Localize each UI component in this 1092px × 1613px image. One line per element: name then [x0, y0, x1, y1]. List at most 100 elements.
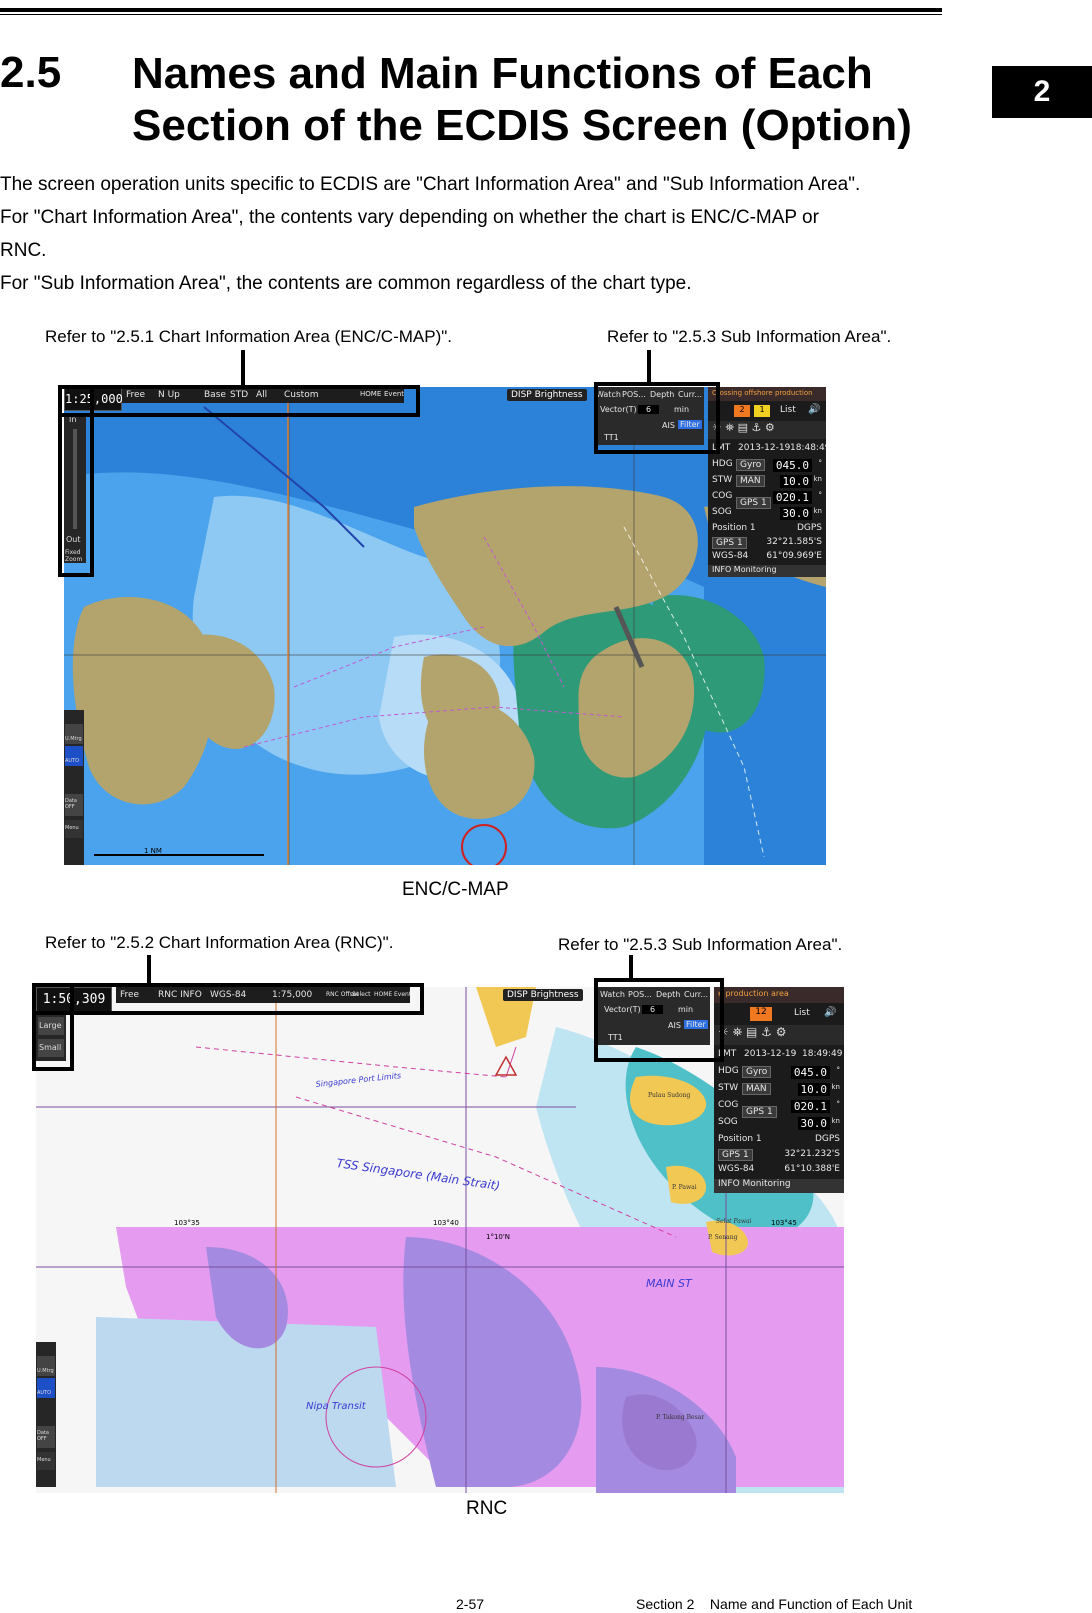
function-icons-rnc: ☼ ⛯ ▤ ⚓ ⚙	[714, 1025, 844, 1045]
highlight-chart-info-toolbar	[58, 385, 420, 417]
longitude-value: 61°09.969'E	[766, 551, 822, 561]
list-button-rnc[interactable]: List	[794, 1008, 810, 1018]
sog-value: 30.0	[779, 507, 812, 520]
stw-source-select[interactable]: MAN	[736, 475, 765, 487]
leader-line-2	[647, 350, 651, 384]
auto-button[interactable]: AUTO	[65, 746, 83, 766]
scale-bar-label: 1 NM	[144, 847, 162, 855]
info-monitoring-button[interactable]: INFO Monitoring	[708, 565, 826, 577]
alarm-count-2[interactable]: 1	[754, 405, 770, 417]
highlight-sub-info-2	[594, 978, 724, 1062]
paragraph-2: For "Chart Information Area", the conten…	[0, 207, 819, 228]
label-main-strait: MAIN ST	[646, 1277, 693, 1290]
latitude-value-rnc: 32°21.232'S	[784, 1149, 840, 1159]
list-button[interactable]: List	[780, 405, 796, 415]
cog-value-rnc: 020.1	[790, 1100, 830, 1113]
footer-section-title: Section 2 Name and Function of Each Unit	[636, 1596, 913, 1612]
auto-button-rnc[interactable]: AUTO	[37, 1378, 55, 1398]
menu-button[interactable]: Menu	[65, 820, 83, 838]
hdg-row: HDG Gyro 045.0 °	[712, 459, 822, 472]
alert-banner[interactable]: Crossing offshore production	[708, 387, 826, 401]
label-p-senang: P. Senang	[708, 1234, 738, 1241]
disp-brightness-button[interactable]: DISP Brightness	[507, 389, 587, 401]
leader-line-3	[147, 955, 151, 985]
cog-row-rnc: COG GPS 1 020.1 °	[718, 1100, 840, 1118]
hdg-source-select[interactable]: Gyro	[736, 459, 766, 471]
sensor-info-panel-rnc: e production area 12 List 🔊 ☼ ⛯ ▤ ⚓ ⚙ LM…	[714, 987, 844, 1193]
latitude-row-rnc: GPS 1 32°21.232'S	[718, 1149, 840, 1163]
callout-chart-info-enc: Refer to "2.5.1 Chart Information Area (…	[45, 327, 452, 346]
highlight-chart-info-toolbar-rnc	[32, 983, 424, 1015]
label-lon-103-40: 103°40	[433, 1219, 459, 1227]
cog-row: COG GPS 1 020.1 °	[712, 491, 822, 509]
gps-select-rnc[interactable]: GPS 1	[718, 1149, 753, 1161]
callout-chart-info-rnc: Refer to "2.5.2 Chart Information Area (…	[45, 933, 394, 952]
u-mtrg-button[interactable]: U.Mtrg	[65, 724, 83, 744]
hdg-value-rnc: 045.0	[790, 1066, 830, 1079]
label-selat-pawai: Selat Pawai	[716, 1218, 752, 1225]
paragraph-4: For "Sub Information Area", the contents…	[0, 273, 692, 294]
data-off-button-rnc[interactable]: Data OFF	[37, 1426, 55, 1448]
label-nipa-transit: Nipa Transit	[306, 1401, 367, 1412]
speaker-icon-rnc[interactable]: 🔊	[824, 1007, 836, 1018]
latitude-value: 32°21.585'S	[766, 537, 822, 547]
stw-source-select-rnc[interactable]: MAN	[742, 1083, 771, 1095]
hdg-value: 045.0	[772, 459, 812, 472]
figure-caption-enc: ENC/C-MAP	[402, 879, 509, 900]
header-rule	[0, 8, 942, 12]
longitude-value-rnc: 61°10.388'E	[784, 1164, 840, 1174]
header-rule-thin	[0, 14, 942, 15]
callout-sub-info-1: Refer to "2.5.3 Sub Information Area".	[607, 327, 892, 346]
menu-button-rnc[interactable]: Menu	[37, 1452, 55, 1470]
left-button-column-rnc: U.Mtrg AUTO Data OFF Menu	[36, 1342, 56, 1487]
leader-line-1	[241, 350, 245, 387]
data-off-button[interactable]: Data OFF	[65, 794, 83, 816]
label-p-pawai: P. Pawai	[672, 1184, 697, 1191]
position-row: Position 1 DGPS	[712, 523, 822, 533]
paragraph-1: The screen operation units specific to E…	[0, 174, 861, 195]
highlight-zoom-bar	[58, 385, 94, 577]
highlight-zoom-large-small	[32, 983, 74, 1071]
latitude-row: GPS 1 32°21.585'S	[712, 537, 822, 551]
callout-sub-info-2: Refer to "2.5.3 Sub Information Area".	[558, 935, 843, 954]
time-row-rnc: LMT 2013-12-19 18:49:49	[718, 1049, 843, 1059]
figure-caption-rnc: RNC	[466, 1498, 508, 1519]
label-pulau-sudong: Pulau Sudong	[648, 1092, 690, 1099]
gps-select[interactable]: GPS 1	[712, 537, 747, 549]
stw-row-rnc: STW MAN 10.0 kn	[718, 1083, 840, 1096]
hdg-source-select-rnc[interactable]: Gyro	[742, 1066, 772, 1078]
highlight-sub-info-1	[594, 382, 720, 454]
alert-banner-rnc[interactable]: e production area	[714, 987, 844, 1003]
sog-value-rnc: 30.0	[797, 1117, 830, 1130]
page-number: 2-57	[456, 1596, 485, 1612]
label-lat-1-10: 1°10'N	[486, 1233, 510, 1241]
ecdis-screen-rnc: TSS Singapore (Main Strait) Singapore Po…	[36, 987, 844, 1493]
cog-value: 020.1	[772, 491, 812, 504]
section-number: 2.5	[0, 48, 62, 97]
ecdis-screen-enc: 1 NM 1:25,000 Free N Up Base STD All Cus…	[64, 387, 826, 865]
time-row: LMT 2013-12-19 18:48:49	[712, 443, 826, 453]
u-mtrg-button-rnc[interactable]: U.Mtrg	[37, 1356, 55, 1376]
hdg-row-rnc: HDG Gyro 045.0 °	[718, 1066, 840, 1079]
label-p-takong: P. Takong Besar	[656, 1414, 704, 1421]
section-title: Names and Main Functions of Each Section…	[132, 49, 912, 150]
stw-value-rnc: 10.0	[797, 1083, 830, 1096]
left-button-column: U.Mtrg AUTO Data OFF Menu	[64, 710, 84, 865]
leader-line-4	[629, 955, 633, 980]
stw-row: STW MAN 10.0 kn	[712, 475, 822, 488]
function-icons: ☼ ⛯ ▤ ⚓ ⚙	[708, 421, 826, 439]
disp-brightness-button-rnc[interactable]: DISP Brightness	[503, 989, 583, 1001]
position-row-rnc: Position 1 DGPS	[718, 1134, 840, 1144]
info-monitoring-button-rnc[interactable]: INFO Monitoring	[714, 1179, 844, 1193]
speaker-icon[interactable]: 🔊	[808, 404, 820, 415]
paragraph-3: RNC.	[0, 240, 47, 261]
sog-row-rnc: SOG 30.0 kn	[718, 1117, 840, 1130]
stw-value: 10.0	[779, 475, 812, 488]
alarm-count-1[interactable]: 2	[734, 405, 750, 417]
chapter-tab: 2	[992, 66, 1092, 118]
longitude-row-rnc: WGS-84 61°10.388'E	[718, 1164, 840, 1174]
longitude-row: WGS-84 61°09.969'E	[712, 551, 822, 561]
label-lon-103-35: 103°35	[174, 1219, 200, 1227]
alarm-count-rnc[interactable]: 12	[750, 1007, 772, 1021]
label-lon-103-45: 103°45	[771, 1219, 797, 1227]
